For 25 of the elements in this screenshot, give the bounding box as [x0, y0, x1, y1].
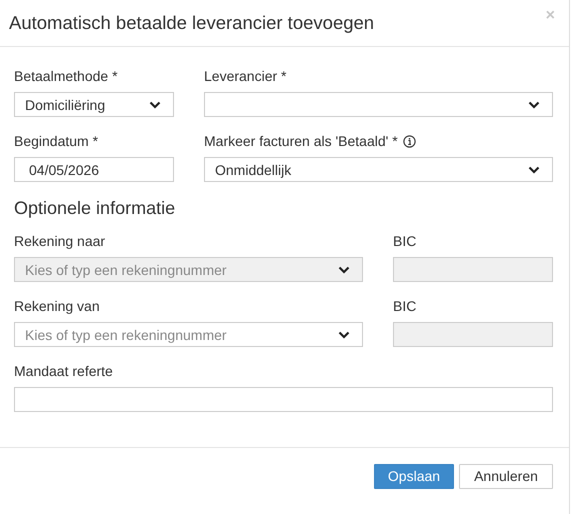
- chevron-down-icon: [149, 100, 161, 108]
- dialog-title: Automatisch betaalde leverancier toevoegen: [9, 12, 374, 34]
- chevron-down-icon: [528, 166, 540, 174]
- chevron-down-icon: [528, 100, 540, 108]
- dropdown[interactable]: Kies of typ een rekeningnummer: [14, 322, 363, 347]
- cancel-button[interactable]: Annuleren: [459, 464, 553, 488]
- dropdown[interactable]: Onmiddellijk: [204, 157, 553, 182]
- field-label: BIC: [393, 298, 416, 314]
- input-field[interactable]: 04/05/2026: [14, 157, 174, 182]
- chevron-down-icon: [338, 330, 350, 338]
- section-title: Optionele informatie: [14, 198, 176, 219]
- field-label: Markeer facturen als 'Betaald' *: [204, 133, 398, 149]
- dropdown[interactable]: Domiciliëring: [14, 92, 174, 117]
- input-field[interactable]: [14, 387, 553, 412]
- save-button[interactable]: Opslaan: [374, 464, 454, 488]
- field-label: BIC: [393, 233, 416, 249]
- chevron-down-icon: [338, 266, 350, 274]
- info-icon[interactable]: [402, 134, 416, 148]
- field-label: Rekening van: [14, 298, 100, 314]
- dropdown[interactable]: [204, 92, 553, 117]
- field-label: Leverancier *: [204, 68, 286, 84]
- field-label: Mandaat referte: [14, 363, 113, 379]
- field-label: Betaalmethode *: [14, 68, 118, 84]
- field-label: Begindatum *: [14, 133, 98, 149]
- field-label: Rekening naar: [14, 233, 106, 249]
